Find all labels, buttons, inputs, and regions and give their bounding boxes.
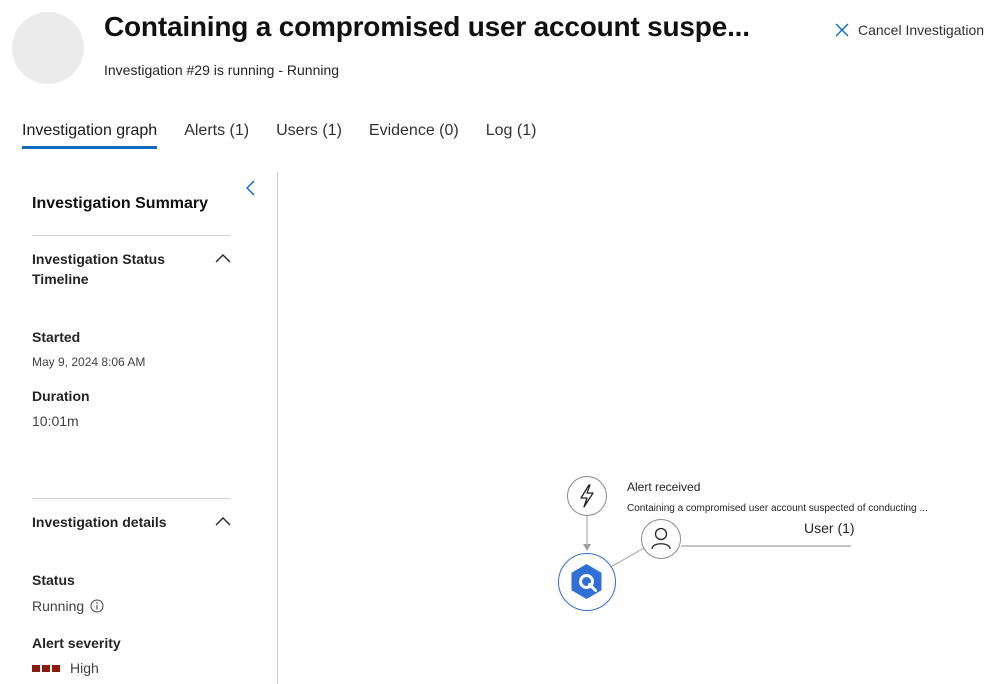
tab-evidence[interactable]: Evidence (0)	[369, 122, 459, 149]
chevron-up-icon	[215, 254, 231, 263]
page-title: Containing a compromised user account su…	[104, 11, 750, 42]
divider	[32, 498, 230, 499]
alert-severity-value-row: High	[32, 660, 99, 676]
investigation-details-section-toggle[interactable]: Investigation details	[32, 512, 232, 532]
user-node[interactable]	[641, 519, 681, 559]
duration-value: 10:01m	[32, 413, 79, 429]
tab-investigation-graph[interactable]: Investigation graph	[22, 122, 158, 149]
alert-node-title: Alert received	[627, 480, 701, 494]
tab-bar: Investigation graph Alerts (1) Users (1)…	[22, 122, 536, 149]
investigation-to-user-edge	[608, 547, 645, 569]
user-icon	[651, 527, 671, 550]
status-timeline-section-toggle[interactable]: Investigation Status Timeline	[32, 249, 232, 289]
investigation-avatar	[12, 12, 84, 84]
info-icon[interactable]	[90, 599, 104, 613]
cancel-investigation-label: Cancel Investigation	[858, 22, 985, 38]
chevron-up-icon	[215, 517, 231, 526]
alert-node-description: Containing a compromised user account su…	[627, 503, 928, 514]
graph-edges	[583, 515, 851, 569]
close-icon	[835, 23, 849, 37]
alert-severity-label: Alert severity	[32, 635, 121, 651]
status-timeline-heading: Investigation Status Timeline	[32, 251, 166, 287]
tab-users[interactable]: Users (1)	[276, 122, 342, 149]
started-label: Started	[32, 329, 81, 345]
alert-severity-value: High	[70, 660, 99, 676]
investigation-status-subtitle: Investigation #29 is running - Running	[104, 62, 340, 78]
tab-log[interactable]: Log (1)	[486, 122, 537, 149]
investigation-summary-title: Investigation Summary	[32, 195, 209, 212]
started-value: May 9, 2024 8:06 AM	[32, 355, 146, 369]
investigation-hexagon-icon	[571, 564, 602, 599]
status-label: Status	[32, 572, 75, 588]
investigation-details-heading: Investigation details	[32, 514, 167, 530]
tab-alerts[interactable]: Alerts (1)	[184, 122, 249, 149]
user-node-label[interactable]: User (1)	[804, 520, 855, 536]
severity-high-icon	[32, 664, 60, 672]
collapse-panel-chevron-left-icon[interactable]	[243, 179, 259, 197]
status-value-row: Running	[32, 598, 104, 614]
investigation-graph-canvas: Alert received Containing a compromised …	[278, 172, 985, 684]
edge-arrowhead	[583, 544, 591, 551]
cancel-investigation-button[interactable]: Cancel Investigation	[834, 22, 984, 38]
alert-node[interactable]	[567, 476, 607, 516]
duration-label: Duration	[32, 388, 90, 404]
divider	[32, 235, 230, 236]
status-value: Running	[32, 598, 85, 614]
lightning-icon	[580, 484, 594, 508]
investigation-node[interactable]	[558, 553, 616, 611]
